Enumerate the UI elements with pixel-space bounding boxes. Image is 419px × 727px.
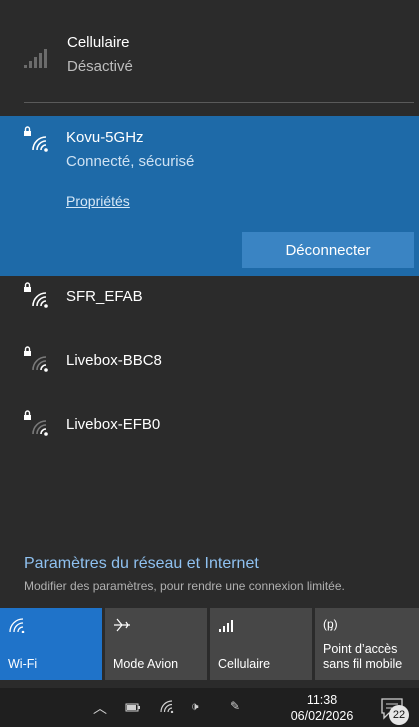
network-settings-subtitle: Modifier des paramètres, pour rendre une… [24, 579, 345, 593]
secured-wifi-icon [24, 282, 48, 308]
disconnect-button[interactable]: Déconnecter [242, 232, 414, 268]
cellular-status: Désactivé [67, 58, 133, 75]
network-name: Kovu-5GHz [66, 129, 144, 146]
secured-wifi-weak-icon [24, 346, 48, 372]
show-hidden-icons-chevron-icon[interactable]: ︿ [93, 698, 107, 718]
cellular-name: Cellulaire [67, 34, 130, 51]
airplane-mode-tile[interactable]: Mode Avion [105, 608, 207, 680]
taskbar: ︿ 🕩 ✎ 11:38 06/02/2026 22 [0, 688, 419, 727]
cellular-icon [219, 620, 233, 632]
network-name: SFR_EFAB [66, 288, 143, 305]
cellular-tile[interactable]: Cellulaire [210, 608, 312, 680]
network-flyout: Cellulaire Désactivé Kovu-5GHz Connecté,… [0, 0, 419, 688]
connected-network-item[interactable]: Kovu-5GHz Connecté, sécurisé Propriétés … [0, 116, 419, 276]
airplane-icon [114, 618, 130, 632]
network-status: Connecté, sécurisé [66, 153, 195, 170]
tile-label-line1: Point d’accès [323, 642, 398, 656]
pen-icon[interactable]: ✎ [230, 699, 240, 713]
clock[interactable]: 11:38 06/02/2026 [286, 692, 358, 724]
network-settings-link[interactable]: Paramètres du réseau et Internet [24, 555, 259, 573]
tile-label: Wi-Fi [8, 657, 38, 671]
volume-icon[interactable]: 🕩 [191, 699, 199, 714]
mobile-hotspot-tile[interactable]: (ᶈ) Point d’accès sans fil mobile [315, 608, 419, 680]
network-item-livebox-bbc8[interactable]: Livebox-BBC8 [0, 334, 419, 390]
network-item-livebox-efb0[interactable]: Livebox-EFB0 [0, 398, 419, 454]
tile-label-line2: sans fil mobile [323, 657, 403, 671]
clock-date: 06/02/2026 [290, 709, 354, 723]
properties-link[interactable]: Propriétés [66, 193, 130, 209]
tile-label: Cellulaire [218, 657, 271, 671]
wifi-icon [9, 618, 25, 633]
cellular-signal-icon [24, 49, 47, 68]
wifi-toggle-tile[interactable]: Wi-Fi [0, 608, 102, 680]
battery-icon[interactable] [125, 701, 141, 713]
cellular-network-item[interactable]: Cellulaire Désactivé [0, 0, 419, 100]
divider [24, 102, 414, 103]
tile-label: Point d’accès sans fil mobile [323, 642, 402, 672]
network-name: Livebox-BBC8 [66, 352, 162, 369]
network-item-sfr-efab[interactable]: SFR_EFAB [0, 270, 419, 326]
tile-label: Mode Avion [113, 657, 179, 671]
notification-count-badge: 22 [389, 705, 409, 725]
secured-wifi-icon [24, 126, 48, 152]
network-name: Livebox-EFB0 [66, 416, 161, 433]
secured-wifi-weak-icon [24, 410, 48, 436]
wifi-icon[interactable] [159, 699, 175, 713]
clock-time: 11:38 [306, 693, 338, 707]
quick-actions: Wi-Fi Mode Avion Cellulaire (ᶈ) Point d’… [0, 608, 419, 680]
hotspot-icon: (ᶈ) [323, 617, 338, 631]
